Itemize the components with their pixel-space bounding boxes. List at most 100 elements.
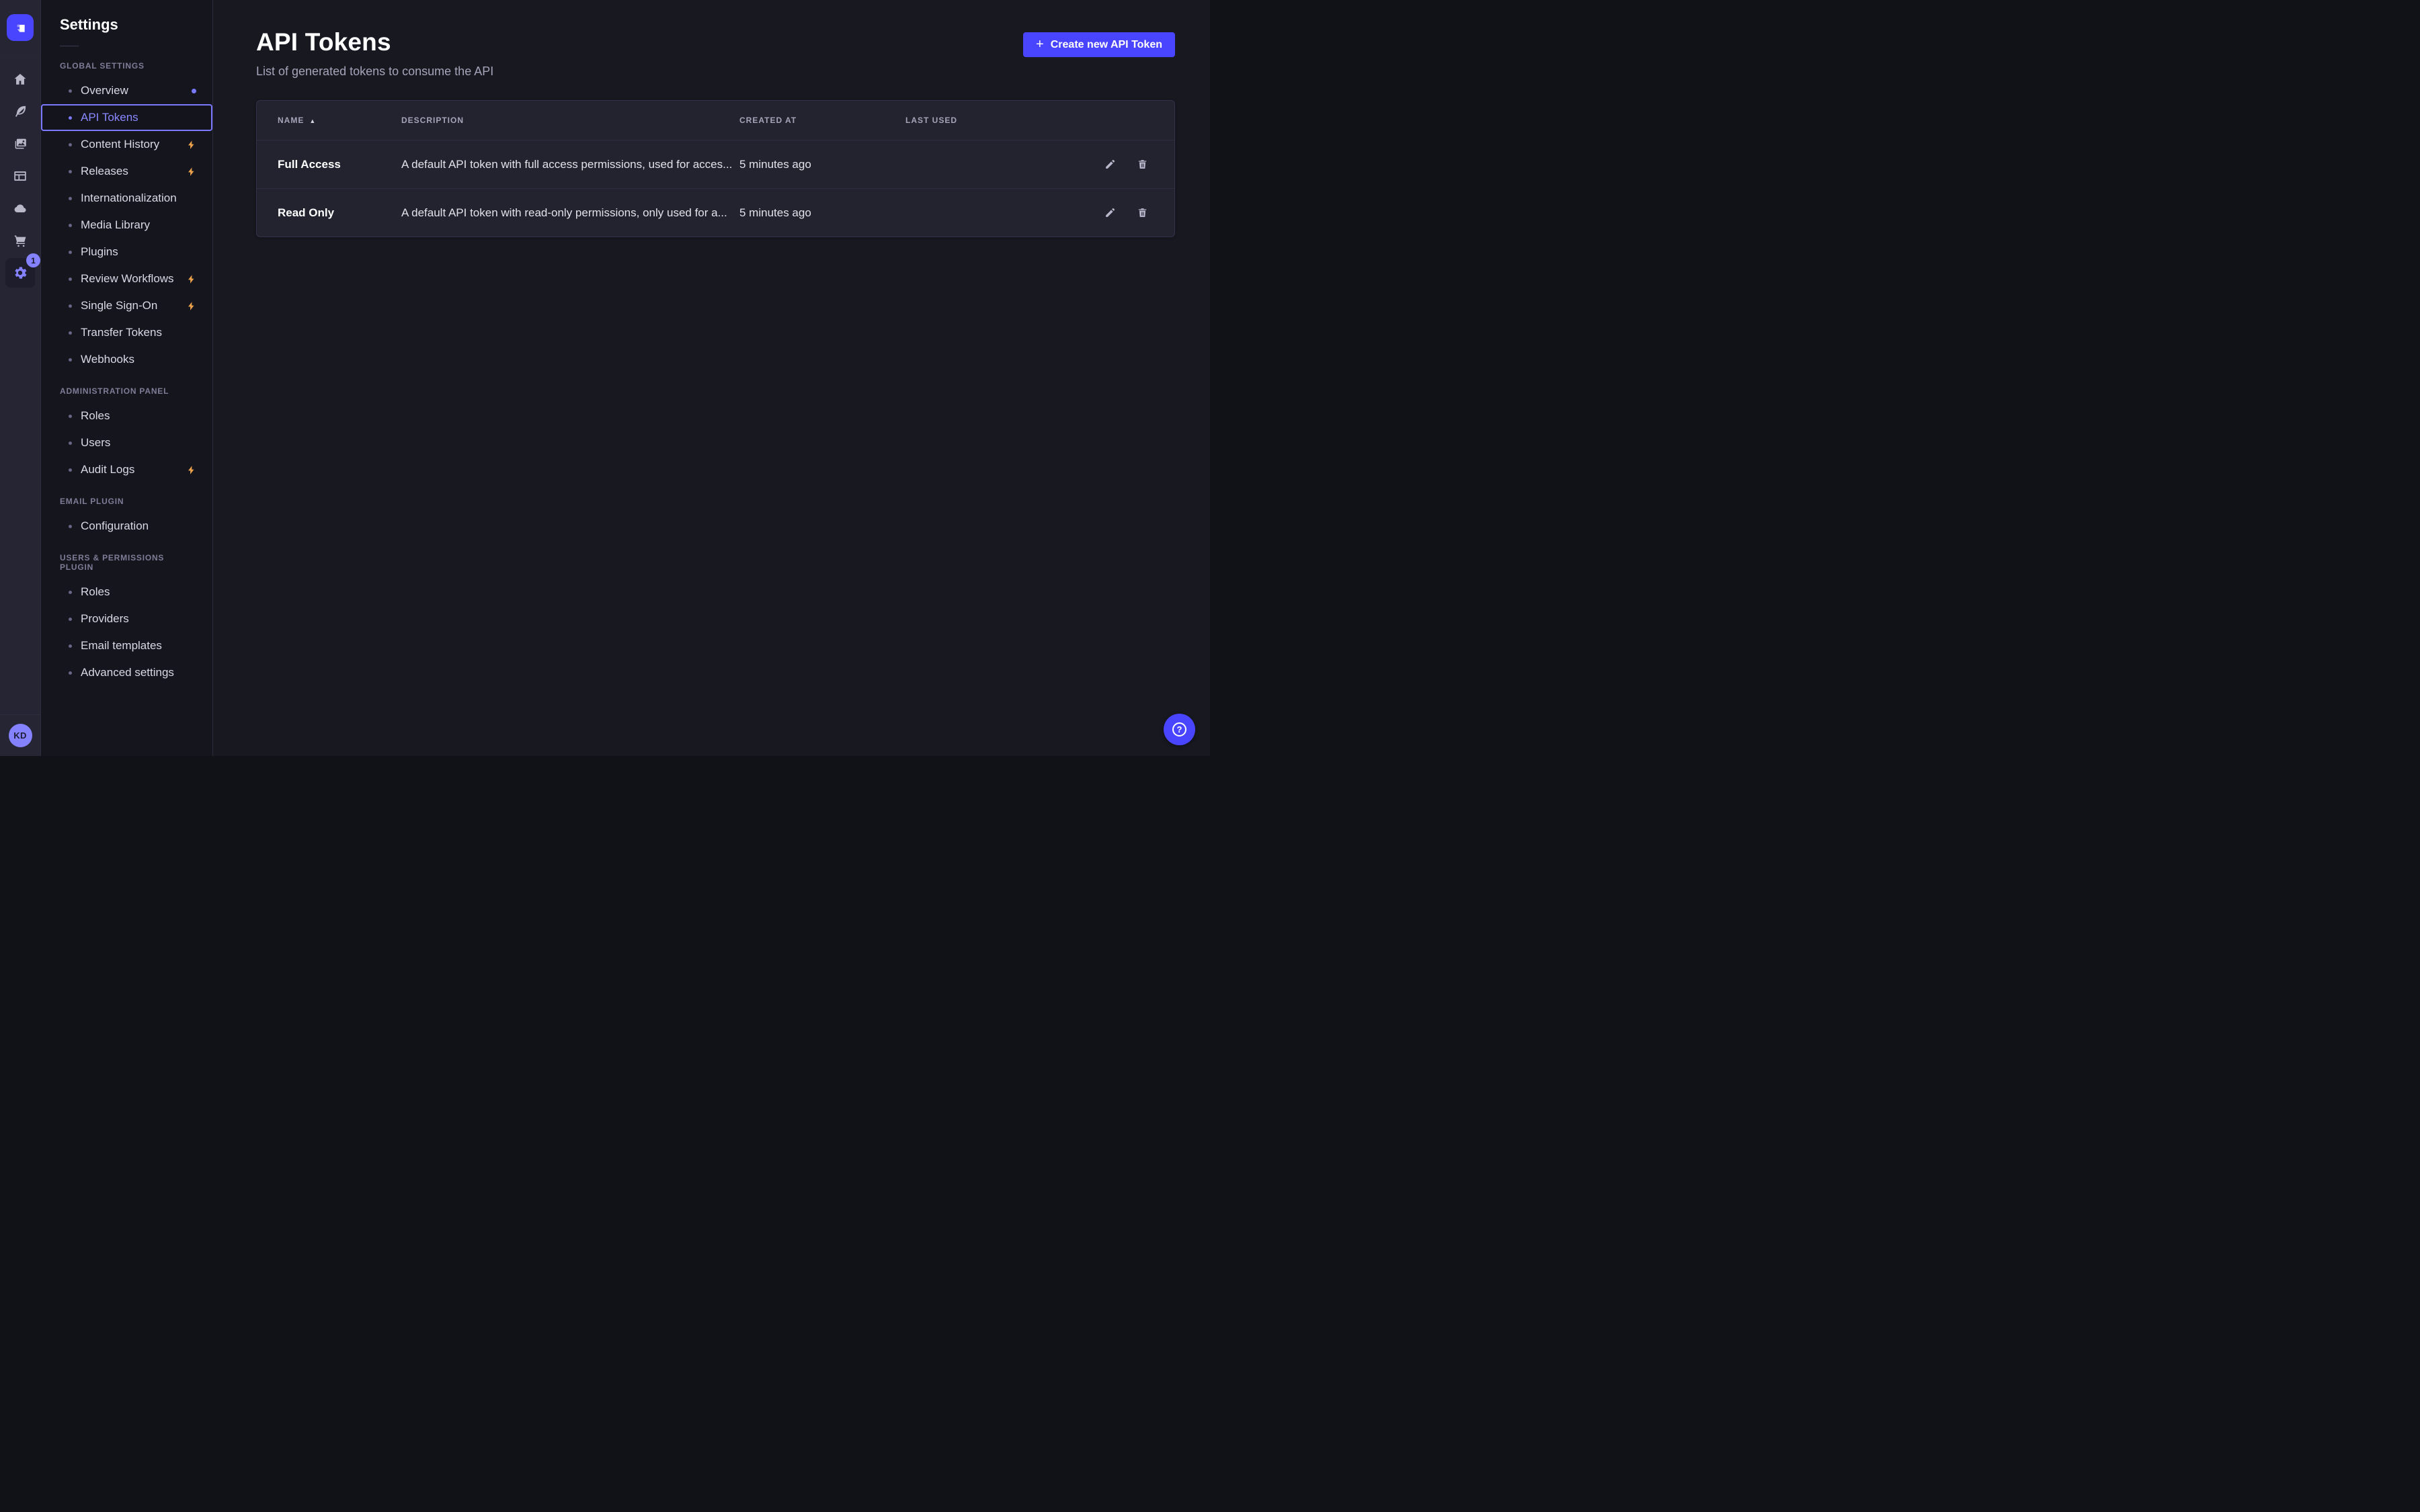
- help-button[interactable]: ?: [1164, 714, 1195, 745]
- content-type-builder-icon[interactable]: [5, 161, 35, 191]
- bullet-icon: [69, 618, 72, 621]
- api-tokens-table: NAME▲ DESCRIPTION CREATED AT LAST USED F…: [256, 100, 1175, 237]
- sidebar-title: Settings: [41, 16, 212, 34]
- section-label-administration-panel: ADMINISTRATION PANEL: [41, 386, 212, 396]
- home-icon[interactable]: [5, 65, 35, 94]
- table-row[interactable]: Read Only A default API token with read-…: [257, 188, 1174, 237]
- table-row[interactable]: Full Access A default API token with ful…: [257, 140, 1174, 188]
- section-label-users-permissions-plugin: USERS & PERMISSIONS PLUGIN: [41, 553, 212, 572]
- token-name: Read Only: [278, 206, 401, 220]
- notification-dot: [192, 89, 196, 93]
- users-permissions-list: Roles Providers Email templates Advanced…: [41, 579, 212, 686]
- create-button-label: Create new API Token: [1051, 39, 1162, 51]
- global-settings-list: Overview API Tokens Content History Rele…: [41, 77, 212, 373]
- sidebar-item-audit-logs[interactable]: Audit Logs: [41, 456, 212, 483]
- section-label-email-plugin: EMAIL PLUGIN: [41, 497, 212, 506]
- bullet-icon: [69, 442, 72, 445]
- page-header-text: API Tokens List of generated tokens to c…: [256, 28, 493, 79]
- rail-footer: KD: [0, 714, 40, 756]
- marketplace-cart-icon[interactable]: [5, 226, 35, 255]
- sidebar-item-users[interactable]: Users: [41, 429, 212, 456]
- delete-trash-icon[interactable]: [1131, 202, 1154, 224]
- page-title: API Tokens: [256, 28, 493, 56]
- sidebar-item-transfer-tokens[interactable]: Transfer Tokens: [41, 319, 212, 346]
- bullet-icon: [69, 143, 72, 146]
- token-created-at: 5 minutes ago: [739, 206, 905, 220]
- bullet-icon: [69, 89, 72, 93]
- bullet-icon: [69, 671, 72, 675]
- sidebar-item-providers[interactable]: Providers: [41, 605, 212, 632]
- bullet-icon: [69, 116, 72, 120]
- column-header-name[interactable]: NAME▲: [278, 116, 401, 125]
- rail-icon-list: 1: [5, 63, 35, 289]
- sidebar-item-overview[interactable]: Overview: [41, 77, 212, 104]
- bullet-icon: [69, 251, 72, 254]
- sidebar-item-api-tokens[interactable]: API Tokens: [41, 104, 212, 131]
- sort-asc-icon[interactable]: ▲: [309, 118, 316, 124]
- administration-panel-list: Roles Users Audit Logs: [41, 403, 212, 483]
- token-description: A default API token with read-only permi…: [401, 206, 739, 220]
- row-actions: [1072, 202, 1154, 224]
- column-header-description: DESCRIPTION: [401, 116, 739, 125]
- create-api-token-button[interactable]: + Create new API Token: [1023, 32, 1175, 57]
- bullet-icon: [69, 331, 72, 335]
- plus-icon: +: [1036, 38, 1044, 51]
- token-created-at: 5 minutes ago: [739, 158, 905, 171]
- column-header-created-at: CREATED AT: [739, 116, 905, 125]
- lightning-icon: [186, 465, 196, 475]
- row-actions: [1072, 153, 1154, 176]
- settings-badge: 1: [26, 253, 40, 267]
- help-question-icon: ?: [1172, 722, 1186, 737]
- bullet-icon: [69, 358, 72, 362]
- bullet-icon: [69, 591, 72, 594]
- sidebar-item-media-library[interactable]: Media Library: [41, 212, 212, 239]
- bullet-icon: [69, 644, 72, 648]
- bullet-icon: [69, 304, 72, 308]
- delete-trash-icon[interactable]: [1131, 153, 1154, 176]
- lightning-icon: [186, 167, 196, 177]
- column-header-last-used: LAST USED: [905, 116, 1072, 125]
- main-nav-rail: 1 KD: [0, 0, 41, 756]
- media-library-icon[interactable]: [5, 129, 35, 159]
- email-plugin-list: Configuration: [41, 513, 212, 540]
- sidebar-item-review-workflows[interactable]: Review Workflows: [41, 265, 212, 292]
- sidebar-item-roles-up[interactable]: Roles: [41, 579, 212, 605]
- sidebar-item-configuration[interactable]: Configuration: [41, 513, 212, 540]
- sidebar-item-email-templates[interactable]: Email templates: [41, 632, 212, 659]
- page-subtitle: List of generated tokens to consume the …: [256, 65, 493, 79]
- settings-gear-icon[interactable]: 1: [5, 258, 35, 288]
- sidebar-item-advanced-settings[interactable]: Advanced settings: [41, 659, 212, 686]
- main-content: API Tokens List of generated tokens to c…: [213, 0, 1210, 756]
- sidebar-item-webhooks[interactable]: Webhooks: [41, 346, 212, 373]
- sidebar-item-releases[interactable]: Releases: [41, 158, 212, 185]
- edit-pencil-icon[interactable]: [1098, 153, 1121, 176]
- bullet-icon: [69, 415, 72, 418]
- user-avatar[interactable]: KD: [9, 724, 32, 747]
- sidebar-item-roles-admin[interactable]: Roles: [41, 403, 212, 429]
- bullet-icon: [69, 278, 72, 281]
- bullet-icon: [69, 170, 72, 173]
- strapi-logo-glyph: [13, 21, 27, 34]
- lightning-icon: [186, 140, 196, 150]
- logo-container: [0, 0, 40, 55]
- lightning-icon: [186, 301, 196, 311]
- section-label-global-settings: GLOBAL SETTINGS: [41, 61, 212, 71]
- settings-sidebar: Settings GLOBAL SETTINGS Overview API To…: [41, 0, 213, 756]
- token-name: Full Access: [278, 158, 401, 171]
- cloud-icon[interactable]: [5, 194, 35, 223]
- lightning-icon: [186, 274, 196, 284]
- content-manager-icon[interactable]: [5, 97, 35, 126]
- bullet-icon: [69, 224, 72, 227]
- table-header-row: NAME▲ DESCRIPTION CREATED AT LAST USED: [257, 101, 1174, 140]
- edit-pencil-icon[interactable]: [1098, 202, 1121, 224]
- sidebar-item-internationalization[interactable]: Internationalization: [41, 185, 212, 212]
- bullet-icon: [69, 197, 72, 200]
- token-description: A default API token with full access per…: [401, 158, 739, 171]
- bullet-icon: [69, 468, 72, 472]
- bullet-icon: [69, 525, 72, 528]
- strapi-logo[interactable]: [7, 14, 34, 41]
- sidebar-item-plugins[interactable]: Plugins: [41, 239, 212, 265]
- sidebar-item-single-sign-on[interactable]: Single Sign-On: [41, 292, 212, 319]
- sidebar-item-content-history[interactable]: Content History: [41, 131, 212, 158]
- page-header: API Tokens List of generated tokens to c…: [256, 0, 1175, 79]
